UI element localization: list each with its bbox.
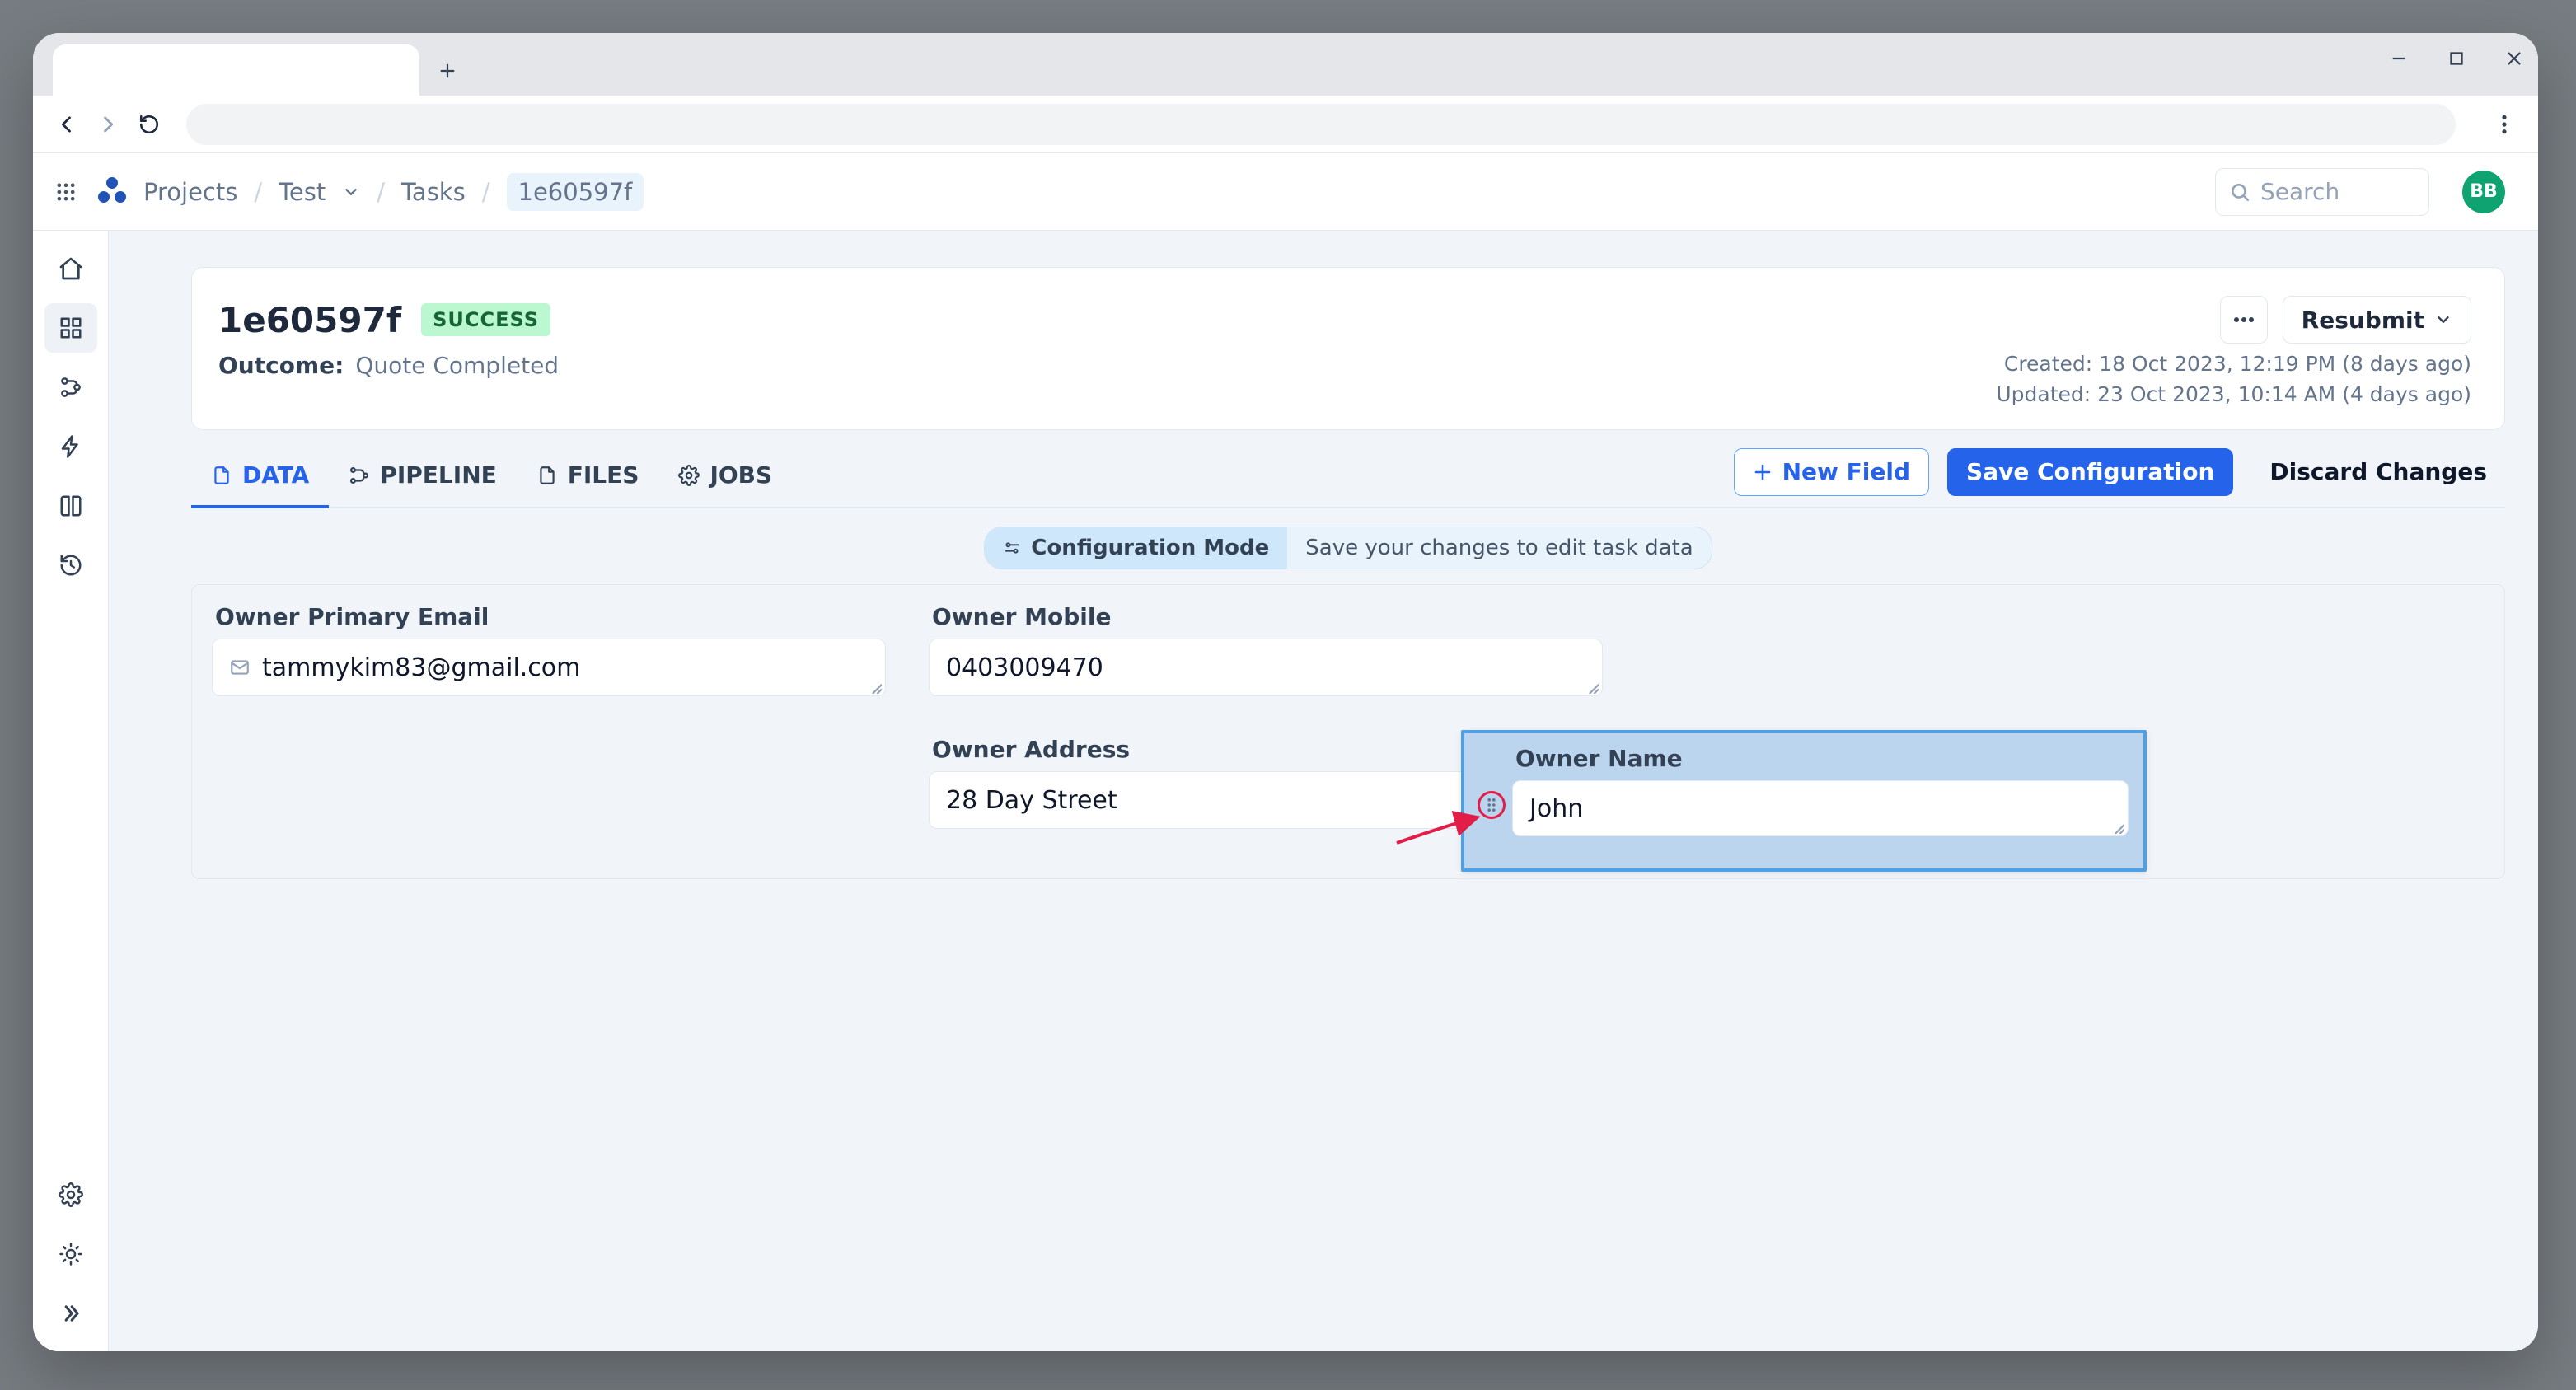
status-badge: SUCCESS	[421, 303, 550, 336]
app-root: Projects / Test / Tasks / 1e60597f Searc…	[33, 153, 2538, 1351]
breadcrumb-sep: /	[377, 178, 385, 206]
name-input[interactable]: John	[1512, 780, 2129, 836]
tab-pipeline[interactable]: PIPELINE	[329, 445, 516, 508]
task-card: 1e60597f SUCCESS Resubmit	[191, 267, 2505, 430]
minimize-icon[interactable]	[2388, 48, 2410, 69]
discard-label: Discard Changes	[2269, 458, 2487, 485]
search-input[interactable]: Search	[2215, 168, 2429, 216]
new-field-button[interactable]: New Field	[1734, 448, 1929, 496]
email-input[interactable]: tammykim83@gmail.com	[212, 639, 886, 696]
config-mode-label: Configuration Mode	[1031, 536, 1269, 560]
sidebar-item-activity[interactable]	[44, 422, 97, 471]
created-timestamp: Created: 18 Oct 2023, 12:19 PM (8 days a…	[1996, 352, 2471, 376]
save-config-label: Save Configuration	[1966, 458, 2214, 485]
breadcrumb-tasks[interactable]: Tasks	[401, 178, 466, 206]
breadcrumb-sep: /	[254, 178, 262, 206]
reload-icon[interactable]	[137, 112, 162, 137]
dragging-field-owner-name[interactable]: Owner Name John	[1461, 730, 2147, 872]
app-body: 1e60597f SUCCESS Resubmit	[33, 231, 2538, 1351]
tab-label: FILES	[568, 461, 639, 489]
discard-changes-button[interactable]: Discard Changes	[2251, 448, 2505, 496]
window-controls	[2388, 48, 2525, 69]
resubmit-button[interactable]: Resubmit	[2283, 296, 2471, 344]
outcome-label: Outcome:	[218, 352, 344, 379]
breadcrumb-sep: /	[482, 178, 490, 206]
email-value: tammykim83@gmail.com	[262, 653, 580, 682]
breadcrumb: Projects / Test / Tasks / 1e60597f	[143, 173, 644, 211]
apps-grid-icon[interactable]	[51, 177, 81, 207]
page-title: 1e60597f	[218, 300, 401, 340]
browser-address-bar	[33, 96, 2538, 153]
sidebar-item-pipelines[interactable]	[44, 363, 97, 412]
forward-icon[interactable]	[96, 112, 120, 137]
resize-handle-icon[interactable]	[870, 682, 882, 694]
app-header: Projects / Test / Tasks / 1e60597f Searc…	[33, 153, 2538, 231]
browser-menu-icon[interactable]	[2492, 112, 2517, 137]
chevron-down-icon[interactable]	[342, 183, 360, 201]
more-button[interactable]	[2220, 296, 2268, 344]
search-icon	[2229, 181, 2250, 203]
back-icon[interactable]	[54, 112, 79, 137]
sidebar-item-history[interactable]	[44, 541, 97, 590]
meta-timestamps: Created: 18 Oct 2023, 12:19 PM (8 days a…	[1996, 352, 2471, 406]
sidebar-item-tasks[interactable]	[44, 303, 97, 353]
tab-data[interactable]: DATA	[191, 445, 329, 508]
tab-label: JOBS	[710, 461, 772, 489]
mobile-value: 0403009470	[946, 653, 1103, 682]
resubmit-label: Resubmit	[2302, 307, 2424, 334]
tab-label: DATA	[242, 461, 309, 489]
content-area: 1e60597f SUCCESS Resubmit	[109, 231, 2538, 1351]
field-label: Owner Name	[1512, 745, 2129, 772]
field-label: Owner Primary Email	[212, 603, 886, 630]
address-value: 28 Day Street	[946, 786, 1117, 815]
new-tab-button[interactable]	[434, 58, 461, 84]
fields-panel: Owner Primary Email tammykim83@gmail.com…	[191, 584, 2505, 879]
browser-window: Projects / Test / Tasks / 1e60597f Searc…	[33, 33, 2538, 1351]
sidebar-item-docs[interactable]	[44, 481, 97, 531]
configuration-banner: Configuration Mode Save your changes to …	[984, 527, 1712, 569]
brand-logo-icon[interactable]	[96, 176, 129, 208]
sidebar-item-home[interactable]	[44, 244, 97, 293]
tabs: DATA PIPELINE FILES JOBS	[191, 445, 2505, 508]
sidebar-item-settings[interactable]	[44, 1170, 97, 1219]
mail-icon	[229, 657, 251, 678]
resize-handle-icon[interactable]	[1587, 682, 1599, 694]
sidebar-collapse[interactable]	[44, 1289, 97, 1338]
mobile-input[interactable]: 0403009470	[929, 639, 1603, 696]
search-placeholder: Search	[2260, 178, 2339, 205]
browser-tab[interactable]	[53, 44, 419, 96]
outcome-value: Quote Completed	[355, 352, 559, 379]
config-mode-message: Save your changes to edit task data	[1287, 527, 1711, 569]
field-owner-mobile: Owner Mobile 0403009470	[929, 603, 1603, 696]
tab-label: PIPELINE	[380, 461, 496, 489]
browser-tab-bar	[33, 33, 2538, 96]
breadcrumb-current: 1e60597f	[507, 173, 644, 211]
maximize-icon[interactable]	[2446, 48, 2467, 69]
new-field-label: New Field	[1782, 458, 1910, 485]
close-icon[interactable]	[2503, 48, 2525, 69]
field-label: Owner Mobile	[929, 603, 1603, 630]
address-input[interactable]	[186, 104, 2456, 145]
name-value: John	[1529, 794, 1583, 823]
avatar[interactable]: BB	[2462, 171, 2505, 213]
resize-handle-icon[interactable]	[2113, 822, 2124, 834]
tab-jobs[interactable]: JOBS	[658, 445, 792, 508]
updated-timestamp: Updated: 23 Oct 2023, 10:14 AM (4 days a…	[1996, 382, 2471, 406]
field-owner-email: Owner Primary Email tammykim83@gmail.com	[212, 603, 886, 696]
breadcrumb-projects[interactable]: Projects	[143, 178, 237, 206]
save-configuration-button[interactable]: Save Configuration	[1947, 448, 2233, 496]
sidebar-item-theme[interactable]	[44, 1229, 97, 1279]
breadcrumb-project[interactable]: Test	[279, 178, 326, 206]
drag-handle-icon[interactable]	[1478, 791, 1506, 819]
tab-files[interactable]: FILES	[517, 445, 659, 508]
sidebar	[33, 231, 109, 1351]
